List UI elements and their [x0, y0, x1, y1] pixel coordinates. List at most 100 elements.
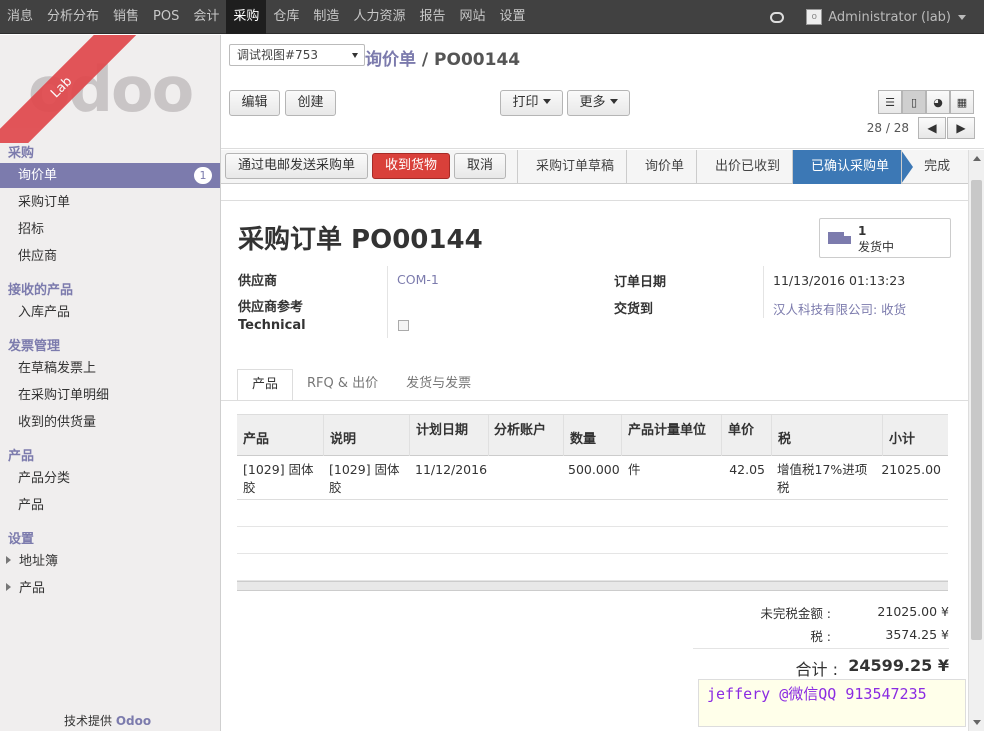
logo[interactable]: odoo Lab [0, 35, 220, 143]
sidebar-item-product[interactable]: 产品 [0, 493, 220, 518]
status-stages: 采购订单草稿 询价单 出价已收到 已确认采购单 完成 [517, 150, 962, 184]
col-tax[interactable]: 税 [772, 415, 883, 456]
menu-pos[interactable]: POS [146, 0, 186, 34]
col-scheduled-date[interactable]: 计划日期 [410, 415, 489, 456]
menu-purchase[interactable]: 采购 [226, 0, 267, 34]
chat-icon[interactable] [770, 11, 785, 23]
sidebar-item-tender[interactable]: 招标 [0, 217, 220, 242]
vertical-scrollbar[interactable] [968, 150, 984, 731]
empty-row [237, 554, 948, 581]
sidebar-item-address-book[interactable]: 地址簿 [0, 549, 220, 574]
debug-view-select[interactable]: 调试视图#753 [229, 44, 365, 66]
technical-checkbox[interactable] [398, 320, 409, 331]
col-quantity[interactable]: 数量 [564, 415, 622, 456]
menu-website[interactable]: 网站 [452, 0, 492, 34]
send-po-email-button[interactable]: 通过电邮发送采购单 [225, 153, 368, 179]
caret-down-icon [542, 99, 551, 104]
chevron-down-icon[interactable] [958, 14, 966, 20]
menu-analytics[interactable]: 分析分布 [40, 0, 106, 34]
cell-product: [1029] 固体胶 [243, 462, 314, 495]
field-divider [763, 266, 764, 318]
stage-bid-received[interactable]: 出价已收到 [696, 150, 792, 184]
sidebar-item-vendors[interactable]: 供应商 [0, 244, 220, 269]
cell-unit-price: 42.05 [729, 462, 765, 477]
map-view-icon[interactable]: ◕ [926, 90, 950, 114]
form-title: 采购订单 PO00144 [238, 225, 483, 255]
col-analytic-account[interactable]: 分析账户 [489, 415, 564, 456]
tab-divider [221, 400, 968, 401]
cell-quantity: 500.000 [568, 462, 620, 477]
cell-description: [1029] 固体胶 [329, 462, 400, 495]
stage-done[interactable]: 完成 [901, 150, 962, 184]
tab-products[interactable]: 产品 [237, 369, 294, 401]
receive-products-button[interactable]: 收到货物 [372, 153, 450, 179]
sidebar-item-rfq[interactable]: 询价单 1 [0, 163, 220, 188]
user-name[interactable]: Administrator (lab) [828, 10, 951, 25]
avatar[interactable]: o [806, 9, 823, 25]
breadcrumb-parent[interactable]: 询价单 [365, 50, 416, 70]
col-product[interactable]: 产品 [237, 415, 324, 456]
next-record-icon[interactable]: ▶ [947, 117, 975, 139]
scroll-up-icon[interactable] [973, 156, 981, 161]
vendor-field[interactable]: COM-1 [397, 272, 439, 287]
more-button[interactable]: 更多 [567, 90, 630, 116]
tab-rfq-bids[interactable]: RFQ & 出价 [293, 369, 392, 401]
delivery-smart-button[interactable]: 1 发货中 [819, 218, 951, 258]
menu-warehouse[interactable]: 仓库 [266, 0, 306, 34]
powered-prefix: 技术提供 [64, 714, 113, 728]
col-description[interactable]: 说明 [324, 415, 410, 456]
stage-confirmed[interactable]: 已确认采购单 [792, 150, 914, 184]
cell-tax: 增值税17%进项税 [777, 462, 868, 495]
sidebar-item-settings-product[interactable]: 产品 [0, 576, 220, 601]
stage-rfq[interactable]: 询价单 [626, 150, 696, 184]
stage-draft[interactable]: 采购订单草稿 [517, 150, 626, 184]
col-subtotal[interactable]: 小计 [883, 415, 948, 456]
menu-sales[interactable]: 销售 [106, 0, 146, 34]
tab-shipping-invoices[interactable]: 发货与发票 [392, 369, 485, 401]
scroll-down-icon[interactable] [973, 720, 981, 725]
dropdown-arrow-icon [352, 53, 358, 58]
menu-accounting[interactable]: 会计 [186, 0, 226, 34]
vendor-label: 供应商 [238, 274, 278, 289]
cell-uom: 件 [628, 462, 641, 477]
sidebar-item-po[interactable]: 采购订单 [0, 190, 220, 215]
sidebar-item-product-category[interactable]: 产品分类 [0, 466, 220, 491]
form-view-icon[interactable]: ▯ [902, 90, 926, 114]
order-date-field[interactable]: 11/13/2016 01:13:23 [773, 273, 905, 288]
order-lines-table: 产品 说明 计划日期 分析账户 数量 产品计量单位 单价 税 小计 [1029]… [237, 414, 948, 591]
calendar-view-icon[interactable]: ▦ [950, 90, 974, 114]
debug-view-value: 调试视图#753 [237, 48, 318, 62]
count-badge: 1 [194, 167, 212, 184]
create-button[interactable]: 创建 [285, 90, 336, 116]
smart-button-count: 1 [858, 224, 867, 238]
edit-button[interactable]: 编辑 [229, 90, 280, 116]
col-uom[interactable]: 产品计量单位 [622, 415, 722, 456]
deliver-to-field[interactable]: 汉人科技有限公司: 收货 [773, 299, 906, 318]
empty-row[interactable] [237, 500, 948, 527]
sidebar-item-incoming[interactable]: 入库产品 [0, 300, 220, 325]
total-value: 24599.25 ¥ [848, 656, 949, 675]
user-area: o Administrator (lab) [770, 0, 966, 34]
cell-subtotal: 21025.00 [881, 462, 941, 477]
sidebar-item-po-lines[interactable]: 在采购订单明细 [0, 383, 220, 408]
menu-messages[interactable]: 消息 [0, 0, 40, 34]
notebook-tabs: 产品 RFQ & 出价 发货与发票 [237, 369, 485, 401]
menu-reports[interactable]: 报告 [412, 0, 452, 34]
table-row[interactable]: [1029] 固体胶 [1029] 固体胶 11/12/2016 500.000… [237, 456, 948, 500]
print-button[interactable]: 打印 [500, 90, 563, 116]
truck-icon [828, 232, 851, 244]
scrollbar-thumb[interactable] [971, 180, 982, 640]
menu-manufacturing[interactable]: 制造 [306, 0, 346, 34]
powered-brand-link[interactable]: Odoo [116, 714, 151, 728]
prev-record-icon[interactable]: ◀ [918, 117, 946, 139]
menu-settings[interactable]: 设置 [492, 0, 532, 34]
menu-hr[interactable]: 人力资源 [346, 0, 412, 34]
more-label: 更多 [579, 95, 606, 110]
sidebar-item-draft-invoice[interactable]: 在草稿发票上 [0, 356, 220, 381]
col-unit-price[interactable]: 单价 [722, 415, 772, 456]
sidebar-item-received-qty[interactable]: 收到的供货量 [0, 410, 220, 435]
order-date-label: 订单日期 [614, 275, 667, 290]
list-view-icon[interactable]: ☰ [878, 90, 902, 114]
cancel-button[interactable]: 取消 [454, 153, 506, 179]
empty-row[interactable] [237, 527, 948, 554]
